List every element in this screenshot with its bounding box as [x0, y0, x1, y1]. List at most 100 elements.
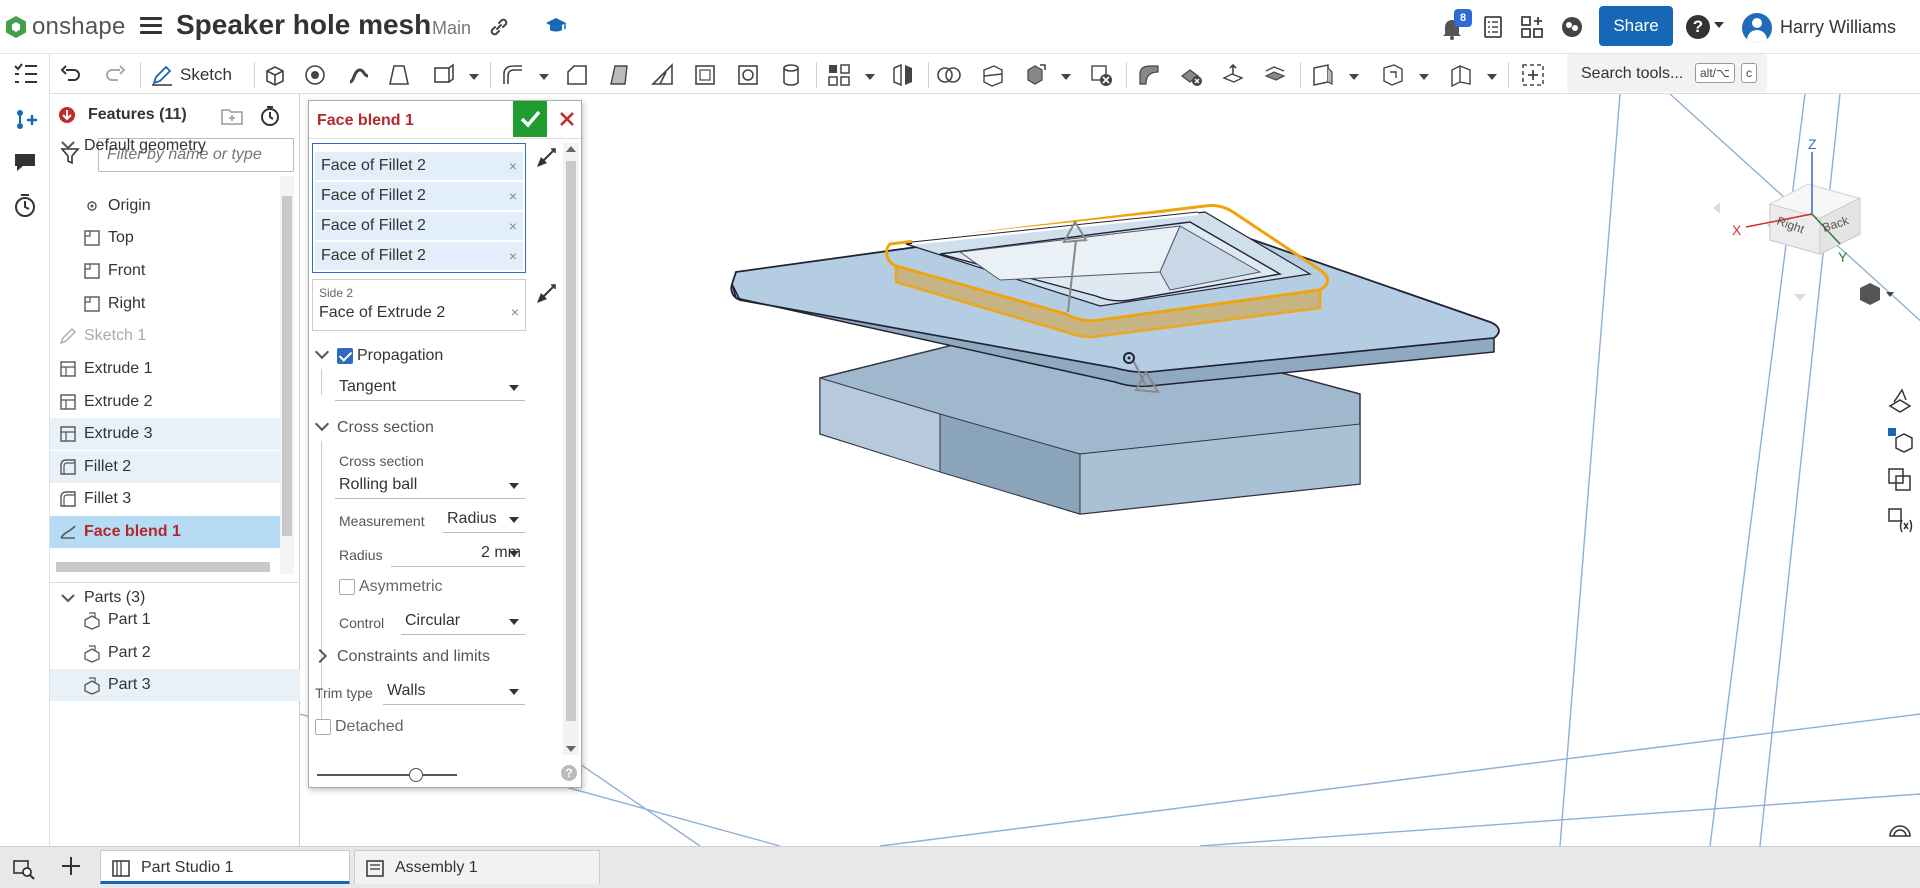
sketch-button[interactable]: Sketch — [150, 62, 232, 88]
app-store-icon[interactable] — [1520, 15, 1544, 39]
feature-item[interactable]: Face blend 1 — [50, 516, 280, 548]
trim-type-select[interactable]: Walls — [383, 677, 525, 705]
side2-selection-box[interactable]: Side 2 Face of Extrude 2 × — [312, 279, 526, 331]
feature-list-icon[interactable] — [11, 60, 39, 88]
dialog-width-slider-track[interactable] — [317, 774, 457, 776]
tab-part-studio-1[interactable]: Part Studio 1 — [100, 850, 350, 884]
loft-icon[interactable] — [386, 62, 412, 88]
move-face-icon[interactable] — [1220, 62, 1246, 88]
search-tools-input[interactable]: Search tools... alt/⌥ c — [1567, 54, 1767, 92]
undo-icon[interactable] — [58, 62, 84, 88]
avatar[interactable] — [1742, 13, 1772, 43]
feature-item[interactable]: Extrude 2 — [50, 386, 280, 418]
document-title[interactable]: Speaker hole mesh — [176, 9, 431, 41]
cross-section-select[interactable]: Rolling ball — [335, 471, 525, 499]
chamfer-icon[interactable] — [564, 62, 590, 88]
dialog-width-slider-knob[interactable] — [409, 768, 423, 782]
feature-item[interactable]: Front — [50, 255, 280, 287]
tasks-icon[interactable] — [1481, 15, 1505, 39]
propagation-collapse-icon[interactable] — [314, 344, 330, 360]
share-button[interactable]: Share — [1599, 6, 1673, 46]
learning-center-icon[interactable] — [544, 14, 568, 38]
measurement-select[interactable]: Radius — [443, 505, 525, 533]
mirror-icon[interactable] — [890, 62, 916, 88]
remove-selection-icon[interactable]: × — [509, 212, 517, 240]
hole-icon[interactable] — [735, 62, 761, 88]
modify-fillet-icon[interactable] — [1136, 62, 1162, 88]
view-cube[interactable]: Z X Y Right Back — [1713, 136, 1861, 301]
chevron-down-icon[interactable] — [58, 135, 78, 155]
radius-input[interactable]: 2 mm — [391, 539, 525, 567]
transform-icon[interactable] — [1022, 62, 1048, 88]
accept-button[interactable] — [513, 101, 547, 137]
configurations-icon[interactable] — [1886, 426, 1914, 454]
cross-section-collapse-icon[interactable] — [314, 416, 330, 432]
part-item[interactable]: Part 2 — [50, 637, 300, 669]
side1-selection-item[interactable]: Face of Fillet 2 × — [315, 212, 523, 240]
asymmetric-checkbox[interactable] — [339, 579, 355, 595]
side1-selection-item[interactable]: Face of Fillet 2 × — [315, 152, 523, 180]
side1-selection-item[interactable]: Face of Fillet 2 × — [315, 182, 523, 210]
propagation-checkbox[interactable] — [337, 348, 353, 364]
menu-icon[interactable] — [140, 17, 162, 35]
replace-face-icon[interactable] — [1262, 62, 1288, 88]
feature-list-hscrollbar[interactable] — [56, 562, 270, 572]
extrude-icon[interactable] — [262, 62, 288, 88]
delete-part-icon[interactable] — [1088, 62, 1114, 88]
comments-icon[interactable] — [11, 148, 39, 176]
sheet-metal-icon[interactable] — [1448, 62, 1474, 88]
onshape-logo[interactable]: onshape — [6, 12, 126, 42]
view-mode-icon[interactable] — [1860, 283, 1894, 305]
add-custom-feature-icon[interactable] — [1520, 62, 1546, 88]
variable-studio-icon[interactable] — [1886, 466, 1914, 494]
flip-side2-icon[interactable] — [533, 281, 559, 307]
branch-name[interactable]: Main — [432, 18, 471, 39]
rollback-icon[interactable] — [58, 106, 76, 124]
feature-item[interactable]: Right — [50, 288, 280, 320]
draft-icon[interactable] — [607, 62, 633, 88]
feature-item[interactable]: Sketch 1 — [50, 320, 280, 352]
feature-item[interactable]: Top — [50, 222, 280, 254]
sweep-icon[interactable] — [346, 62, 372, 88]
history-icon[interactable] — [11, 192, 39, 220]
revolve-icon[interactable] — [302, 62, 328, 88]
propagation-select[interactable]: Tangent — [335, 373, 525, 401]
user-name[interactable]: Harry Williams — [1780, 17, 1896, 38]
variables-icon[interactable] — [11, 104, 39, 132]
help-icon[interactable]: ? — [561, 765, 577, 781]
feature-item[interactable]: Default geometry — [50, 135, 280, 155]
redo-icon[interactable] — [102, 62, 128, 88]
delete-face-icon[interactable] — [1178, 62, 1204, 88]
remove-selection-icon[interactable]: × — [509, 242, 517, 270]
remove-selection-icon[interactable]: × — [511, 304, 519, 320]
feature-item[interactable]: Fillet 2 — [50, 451, 280, 483]
mate-connector-icon[interactable] — [1380, 62, 1406, 88]
rebuild-timer-icon[interactable] — [258, 104, 282, 128]
part-item[interactable]: Part 3 — [50, 669, 300, 701]
chevron-down-icon[interactable] — [1714, 22, 1724, 28]
thicken-icon[interactable] — [430, 62, 456, 88]
linear-pattern-icon[interactable] — [826, 62, 852, 88]
shell-icon[interactable] — [692, 62, 718, 88]
add-folder-icon[interactable] — [220, 106, 244, 126]
split-icon[interactable] — [980, 62, 1006, 88]
flip-side1-icon[interactable] — [533, 145, 559, 171]
side1-selection-item[interactable]: Face of Fillet 2 × — [315, 242, 523, 270]
feature-item[interactable]: Origin — [50, 190, 280, 222]
remove-selection-icon[interactable]: × — [509, 152, 517, 180]
dialog-scrollbar[interactable] — [563, 143, 579, 755]
custom-features-icon[interactable] — [1886, 506, 1914, 534]
feature-item[interactable]: Extrude 3 — [50, 418, 280, 450]
boolean-icon[interactable] — [936, 62, 962, 88]
detached-checkbox[interactable] — [315, 719, 331, 735]
side1-selection-box[interactable]: Face of Fillet 2 × Face of Fillet 2 × Face o… — [312, 143, 526, 273]
view-manipulator-icon[interactable] — [1886, 816, 1914, 844]
control-select[interactable]: Circular — [401, 607, 525, 635]
plane-icon[interactable] — [1310, 62, 1336, 88]
link-icon[interactable] — [488, 16, 510, 38]
part-item[interactable]: Part 1 — [50, 604, 300, 636]
constraints-expand-icon[interactable] — [312, 648, 328, 664]
fillet-icon[interactable] — [500, 62, 526, 88]
add-tab-button[interactable] — [58, 853, 84, 879]
cancel-button[interactable] — [555, 107, 579, 131]
